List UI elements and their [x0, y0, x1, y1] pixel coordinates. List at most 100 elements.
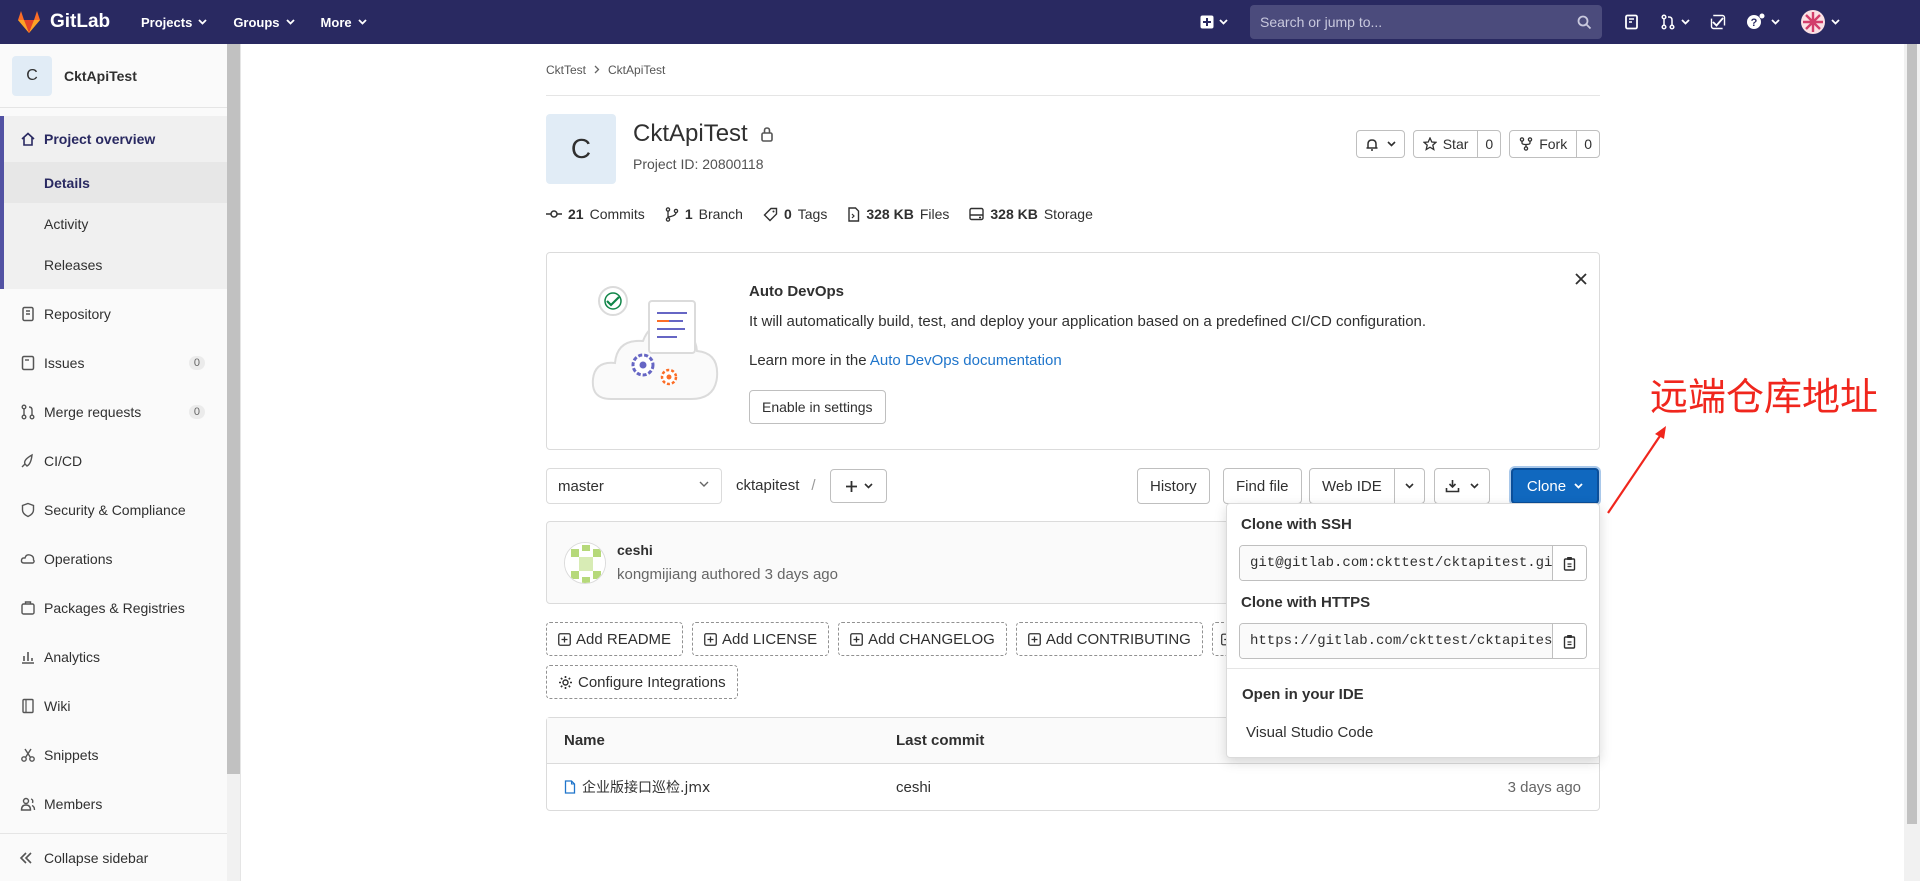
gitlab-logo[interactable]: GitLab	[16, 10, 128, 34]
sidebar-item-merge-requests[interactable]: Merge requests 0	[0, 387, 227, 436]
project-title: CktApiTest	[633, 120, 748, 147]
project-avatar: C	[12, 55, 52, 96]
dismiss-banner-button[interactable]	[1575, 273, 1587, 285]
repo-path: cktapitest /	[736, 477, 816, 494]
page-scrollbar-thumb[interactable]	[1907, 44, 1917, 824]
sidebar-item-cicd[interactable]: CI/CD	[0, 436, 227, 485]
remote-repo-annotation: 远端仓库地址	[1650, 375, 1879, 419]
web-ide-button-group[interactable]: Web IDE	[1309, 468, 1425, 504]
star-button[interactable]: Star	[1414, 131, 1478, 157]
sidebar-item-label: Operations	[44, 550, 113, 567]
plus-square-icon	[850, 632, 863, 646]
commit-author[interactable]: kongmijiang	[617, 566, 697, 583]
file-last-commit[interactable]: ceshi	[896, 779, 1496, 796]
branch-dropdown[interactable]: master	[546, 468, 722, 504]
new-menu[interactable]	[1190, 0, 1238, 44]
file-name-cell[interactable]: 企业版接口巡检.jmx	[547, 777, 896, 797]
todos-nav-button[interactable]	[1700, 0, 1736, 44]
copy-https-url-button[interactable]	[1552, 624, 1586, 658]
table-row[interactable]: 企业版接口巡检.jmx ceshi 3 days ago	[547, 764, 1599, 810]
collapse-sidebar-button[interactable]: Collapse sidebar	[0, 833, 240, 881]
sidebar-scrollbar-thumb[interactable]	[227, 44, 240, 774]
commit-author-avatar[interactable]	[564, 542, 606, 584]
ssh-url-input[interactable]	[1240, 546, 1552, 580]
project-sidebar: C CktApiTest Project overview Details Ac…	[0, 44, 241, 881]
project-header: C CktApiTest Project ID: 20800118 Star 0	[546, 114, 1600, 210]
clone-dropdown-menu: Clone with SSH Clone with HTTPS Open in …	[1226, 503, 1600, 758]
star-count[interactable]: 0	[1477, 131, 1500, 157]
fork-count[interactable]: 0	[1576, 131, 1599, 157]
sidebar-project-header[interactable]: C CktApiTest	[0, 44, 227, 108]
file-last-update: 3 days ago	[1507, 778, 1581, 796]
clone-button[interactable]: Clone	[1511, 468, 1599, 504]
fork-label: Fork	[1539, 136, 1568, 152]
auto-devops-learn-more: Learn more in the Auto DevOps documentat…	[749, 352, 1062, 369]
copy-ssh-url-button[interactable]	[1552, 546, 1586, 580]
sidebar-item-security-compliance[interactable]: Security & Compliance	[0, 485, 227, 534]
sidebar-item-repository[interactable]: Repository	[0, 289, 227, 338]
find-file-button[interactable]: Find file	[1223, 468, 1302, 504]
fork-button-group[interactable]: Fork 0	[1509, 130, 1600, 158]
sidebar-item-operations[interactable]: Operations	[0, 534, 227, 583]
chevron-down-icon	[863, 483, 873, 489]
plus-icon	[845, 480, 857, 492]
download-icon	[1445, 480, 1460, 493]
add-to-tree-button[interactable]	[830, 469, 887, 503]
sidebar-item-label: Security & Compliance	[44, 501, 186, 518]
history-button[interactable]: History	[1137, 468, 1210, 504]
user-menu-button[interactable]	[1790, 0, 1850, 44]
notification-button[interactable]	[1355, 130, 1405, 158]
add-license-button[interactable]: Add LICENSE	[692, 622, 830, 656]
issues-nav-button[interactable]	[1614, 0, 1650, 44]
sidebar-item-packages-registries[interactable]: Packages & Registries	[0, 583, 227, 632]
commit-title[interactable]: ceshi	[617, 542, 653, 558]
commit-icon	[546, 210, 562, 218]
sidebar-item-members[interactable]: Members	[0, 779, 227, 828]
sidebar-item-issues[interactable]: Issues 0	[0, 338, 227, 387]
global-search[interactable]	[1250, 5, 1602, 39]
clone-ssh-field	[1239, 545, 1587, 581]
sidebar-item-analytics[interactable]: Analytics	[0, 632, 227, 681]
add-readme-button[interactable]: Add README	[546, 622, 684, 656]
sidebar-item-label: CI/CD	[44, 452, 83, 469]
open-in-vscode-item[interactable]: Visual Studio Code	[1246, 724, 1373, 741]
nav-more[interactable]: More	[308, 0, 380, 44]
quick-action-label: Add CHANGELOG	[868, 630, 995, 648]
sidebar-item-label: Members	[44, 795, 103, 812]
todo-check-icon	[1710, 14, 1726, 30]
download-button[interactable]	[1434, 468, 1490, 504]
sidebar-subitem-details[interactable]: Details	[4, 162, 227, 203]
file-name[interactable]: 企业版接口巡检.jmx	[582, 777, 710, 797]
star-button-group[interactable]: Star 0	[1412, 130, 1502, 158]
https-url-input[interactable]	[1240, 624, 1552, 658]
sidebar-item-wiki[interactable]: Wiki	[0, 681, 227, 730]
nav-projects[interactable]: Projects	[128, 0, 220, 44]
sidebar-subitem-releases[interactable]: Releases	[4, 244, 227, 285]
help-nav-button[interactable]: ?	[1736, 0, 1790, 44]
nav-groups[interactable]: Groups	[220, 0, 307, 44]
fork-button[interactable]: Fork	[1510, 131, 1576, 157]
users-icon	[20, 797, 36, 811]
auto-devops-docs-link[interactable]: Auto DevOps documentation	[870, 352, 1062, 369]
add-contributing-button[interactable]: Add CONTRIBUTING	[1015, 622, 1203, 656]
sidebar-item-label: Packages & Registries	[44, 599, 185, 616]
configure-integrations-button[interactable]: Configure Integrations	[546, 665, 738, 699]
breadcrumb-project[interactable]: CktApiTest	[608, 63, 665, 77]
new-item-button[interactable]	[1190, 0, 1238, 44]
sidebar-item-project-overview[interactable]: Project overview	[4, 116, 231, 162]
breadcrumb-group[interactable]: CktTest	[546, 63, 586, 77]
search-input[interactable]	[1250, 14, 1560, 30]
sidebar-subitem-activity[interactable]: Activity	[4, 203, 227, 244]
quick-action-label: Configure Integrations	[578, 673, 726, 691]
add-changelog-button[interactable]: Add CHANGELOG	[838, 622, 1007, 656]
shield-icon	[21, 502, 35, 517]
repo-path-root[interactable]: cktapitest	[736, 477, 799, 494]
web-ide-button[interactable]: Web IDE	[1310, 469, 1394, 503]
chevron-down-icon	[1219, 19, 1228, 25]
web-ide-dropdown-toggle[interactable]	[1393, 469, 1424, 503]
svg-text:?: ?	[1751, 17, 1758, 29]
sidebar-item-snippets[interactable]: Snippets	[0, 730, 227, 779]
merge-requests-nav-button[interactable]	[1650, 0, 1700, 44]
nav-groups-label: Groups	[233, 14, 280, 30]
enable-in-settings-button[interactable]: Enable in settings	[749, 390, 886, 424]
